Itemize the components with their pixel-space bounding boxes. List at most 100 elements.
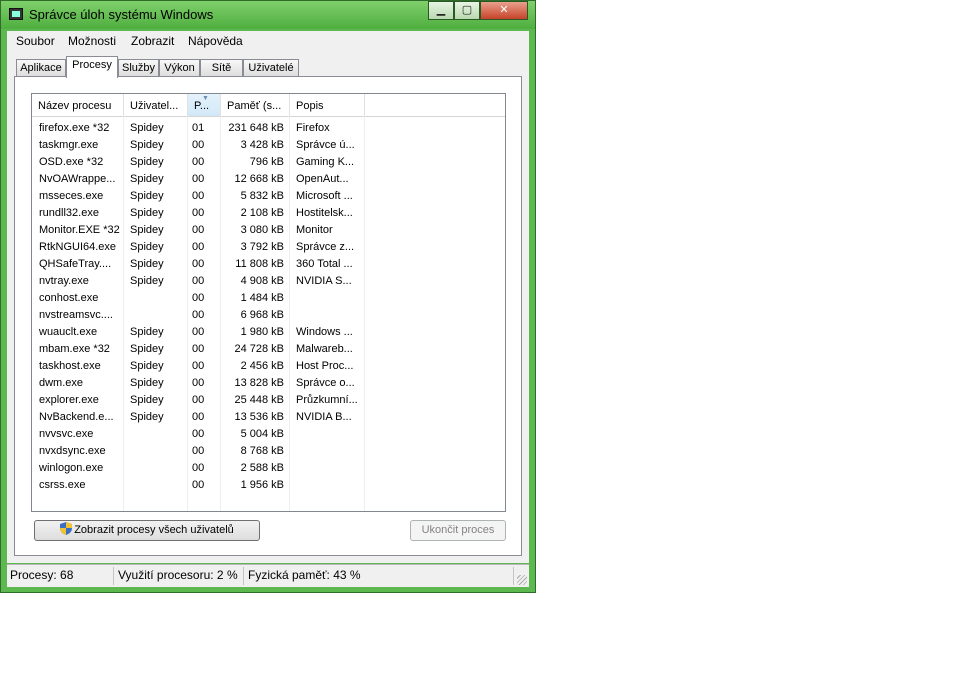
cell-cpu: 00 bbox=[192, 394, 205, 406]
cell-memory: 3 428 kB bbox=[240, 139, 284, 151]
cell-description bbox=[296, 426, 362, 443]
cell-user: Spidey bbox=[130, 139, 164, 151]
cell-memory: 11 808 kB bbox=[235, 258, 284, 270]
cell-user: Spidey bbox=[130, 190, 164, 202]
table-row[interactable]: msseces.exe Spidey 00 5 832 kB Microsoft ... bbox=[32, 188, 505, 205]
cell-cpu: 00 bbox=[192, 241, 205, 253]
cell-process-name: firefox.exe *32 bbox=[39, 122, 110, 134]
cell-description: 360 Total ... bbox=[296, 258, 353, 270]
cell-cpu: 00 bbox=[192, 428, 205, 440]
process-list[interactable]: Název procesu Uživatel... ▼ P... Paměť (… bbox=[31, 93, 506, 512]
column-memory[interactable]: Paměť (s... bbox=[221, 94, 290, 116]
cell-process-name: NvOAWrappe... bbox=[39, 173, 116, 185]
cell-process-name: NvBackend.e... bbox=[39, 411, 114, 423]
cell-description: NVIDIA S... bbox=[296, 275, 352, 287]
table-row[interactable]: OSD.exe *32 Spidey 00 796 kB Gaming K... bbox=[32, 154, 505, 171]
cell-cpu: 00 bbox=[192, 326, 205, 338]
cell-description bbox=[296, 290, 362, 307]
cell-memory: 796 kB bbox=[249, 156, 284, 168]
menu-napoveda[interactable]: Nápověda bbox=[188, 34, 243, 48]
cell-process-name: Monitor.EXE *32 bbox=[39, 224, 120, 236]
menu-moznosti[interactable]: Možnosti bbox=[68, 34, 116, 48]
tab-aplikace[interactable]: Aplikace bbox=[16, 59, 66, 77]
cell-description: Monitor bbox=[296, 224, 333, 236]
table-row[interactable]: csrss.exe 00 1 956 kB bbox=[32, 477, 505, 494]
cell-description bbox=[296, 443, 362, 460]
show-all-processes-label: Zobrazit procesy všech uživatelů bbox=[74, 524, 234, 536]
table-row[interactable]: NvOAWrappe... Spidey 00 12 668 kB OpenAut... bbox=[32, 171, 505, 188]
table-row[interactable]: wuauclt.exe Spidey 00 1 980 kB Windows ... bbox=[32, 324, 505, 341]
menu-soubor[interactable]: Soubor bbox=[16, 34, 55, 48]
table-row[interactable]: taskmgr.exe Spidey 00 3 428 kB Správce ú... bbox=[32, 137, 505, 154]
cell-description: Správce ú... bbox=[296, 139, 355, 151]
column-cpu[interactable]: ▼ P... bbox=[188, 94, 221, 116]
menu-zobrazit[interactable]: Zobrazit bbox=[131, 34, 174, 48]
window-title: Správce úloh systému Windows bbox=[29, 7, 214, 22]
table-row[interactable]: rundll32.exe Spidey 00 2 108 kB Hostitelsk..… bbox=[32, 205, 505, 222]
cell-description: Správce o... bbox=[296, 377, 355, 389]
column-process-name[interactable]: Název procesu bbox=[32, 94, 124, 116]
cell-cpu: 00 bbox=[192, 309, 205, 321]
table-row[interactable]: nvvsvc.exe 00 5 004 kB bbox=[32, 426, 505, 443]
task-manager-icon bbox=[9, 8, 23, 20]
cell-user: Spidey bbox=[130, 241, 164, 253]
column-description[interactable]: Popis bbox=[290, 94, 365, 116]
close-button[interactable]: ✕ bbox=[480, 1, 528, 20]
table-row[interactable]: Monitor.EXE *32 Spidey 00 3 080 kB Monitor bbox=[32, 222, 505, 239]
cell-cpu: 00 bbox=[192, 190, 205, 202]
tab-procesy[interactable]: Procesy bbox=[66, 56, 118, 78]
cell-cpu: 00 bbox=[192, 139, 205, 151]
table-row[interactable]: NvBackend.e... Spidey 00 13 536 kB NVIDIA B.… bbox=[32, 409, 505, 426]
cell-process-name: taskhost.exe bbox=[39, 360, 101, 372]
table-row[interactable]: nvstreamsvc.... 00 6 968 kB bbox=[32, 307, 505, 324]
tab-vykon[interactable]: Výkon bbox=[159, 59, 200, 77]
cell-user: Spidey bbox=[130, 258, 164, 270]
cell-process-name: winlogon.exe bbox=[39, 462, 104, 474]
end-process-button[interactable]: Ukončit proces bbox=[410, 520, 506, 541]
table-row[interactable]: QHSafeTray.... Spidey 00 11 808 kB 360 Total… bbox=[32, 256, 505, 273]
table-row[interactable]: conhost.exe 00 1 484 kB bbox=[32, 290, 505, 307]
table-row[interactable]: firefox.exe *32 Spidey 01 231 648 kB Firefox bbox=[32, 120, 505, 137]
cell-user bbox=[130, 290, 186, 307]
cell-cpu: 00 bbox=[192, 479, 205, 491]
maximize-button[interactable]: ▢ bbox=[454, 1, 480, 20]
cell-process-name: nvstreamsvc.... bbox=[39, 309, 113, 321]
cell-description: OpenAut... bbox=[296, 173, 349, 185]
column-user[interactable]: Uživatel... bbox=[124, 94, 188, 116]
cell-user: Spidey bbox=[130, 275, 164, 287]
cell-user: Spidey bbox=[130, 224, 164, 236]
cell-user bbox=[130, 426, 186, 443]
cell-cpu: 00 bbox=[192, 156, 205, 168]
cell-user: Spidey bbox=[130, 411, 164, 423]
minimize-button[interactable]: ▁ bbox=[428, 1, 454, 20]
table-row[interactable]: winlogon.exe 00 2 588 kB bbox=[32, 460, 505, 477]
cell-process-name: rundll32.exe bbox=[39, 207, 99, 219]
show-all-processes-button[interactable]: Zobrazit procesy všech uživatelů bbox=[34, 520, 260, 541]
table-row[interactable]: RtkNGUI64.exe Spidey 00 3 792 kB Správce z..… bbox=[32, 239, 505, 256]
table-row[interactable]: mbam.exe *32 Spidey 00 24 728 kB Malwareb... bbox=[32, 341, 505, 358]
cell-process-name: taskmgr.exe bbox=[39, 139, 99, 151]
cell-cpu: 00 bbox=[192, 292, 205, 304]
cell-process-name: dwm.exe bbox=[39, 377, 84, 389]
table-row[interactable]: explorer.exe Spidey 00 25 448 kB Průzkumní..… bbox=[32, 392, 505, 409]
cell-user: Spidey bbox=[130, 343, 164, 355]
title-bar[interactable]: Správce úloh systému Windows ▁ ▢ ✕ bbox=[1, 1, 535, 29]
cell-memory: 2 456 kB bbox=[240, 360, 284, 372]
tab-site[interactable]: Sítě bbox=[200, 59, 243, 77]
cell-description: Správce z... bbox=[296, 241, 355, 253]
cell-process-name: RtkNGUI64.exe bbox=[39, 241, 117, 253]
table-row[interactable]: nvxdsync.exe 00 8 768 kB bbox=[32, 443, 505, 460]
table-row[interactable]: taskhost.exe Spidey 00 2 456 kB Host Proc... bbox=[32, 358, 505, 375]
table-row[interactable]: nvtray.exe Spidey 00 4 908 kB NVIDIA S... bbox=[32, 273, 505, 290]
table-row[interactable]: dwm.exe Spidey 00 13 828 kB Správce o... bbox=[32, 375, 505, 392]
cell-description: Hostitelsk... bbox=[296, 207, 353, 219]
resize-grip[interactable] bbox=[517, 575, 527, 585]
cell-user: Spidey bbox=[130, 173, 164, 185]
tab-sluzby[interactable]: Služby bbox=[118, 59, 159, 77]
cell-process-name: msseces.exe bbox=[39, 190, 104, 202]
cell-description: Gaming K... bbox=[296, 156, 355, 168]
cell-memory: 3 080 kB bbox=[240, 224, 284, 236]
cell-memory: 4 908 kB bbox=[240, 275, 284, 287]
tab-uzivatele[interactable]: Uživatelé bbox=[243, 59, 299, 77]
cell-user: Spidey bbox=[130, 156, 164, 168]
